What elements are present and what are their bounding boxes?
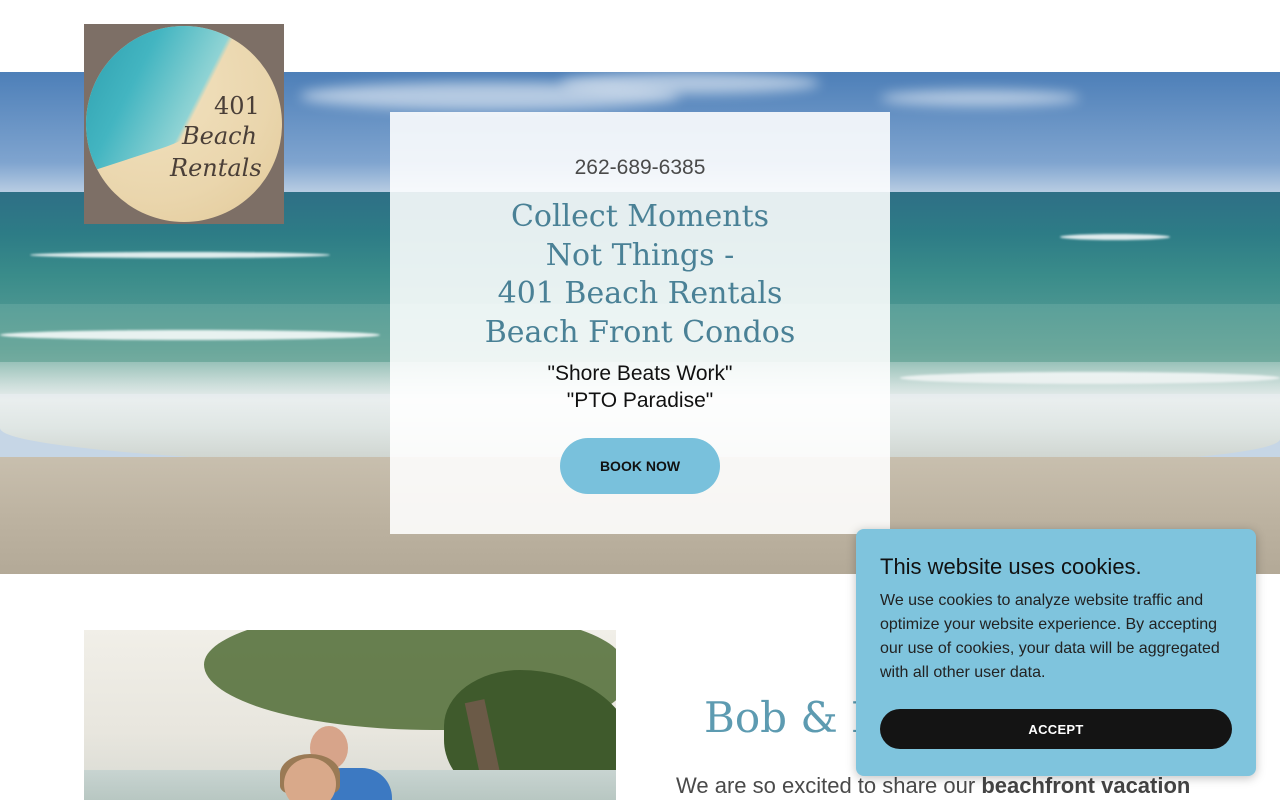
headline-line: Collect Moments xyxy=(510,199,770,234)
tagline-line: "PTO Paradise" xyxy=(566,389,714,412)
cloud xyxy=(880,90,1080,106)
hero-headline: Collect Moments Not Things - 401 Beach R… xyxy=(390,198,890,352)
cookie-title: This website uses cookies. xyxy=(880,554,1142,579)
headline-line: 401 Beach Rentals xyxy=(497,276,783,311)
cookie-banner: This website uses cookies. We use cookie… xyxy=(856,529,1256,776)
about-text: We are so excited to share our beachfron… xyxy=(676,773,1190,799)
cookie-body: We use cookies to analyze website traffi… xyxy=(880,592,1220,681)
logo-number: 401 xyxy=(214,92,260,120)
wave-crest xyxy=(1060,234,1170,240)
about-text-bold: beachfront vacation xyxy=(981,773,1191,798)
phone-number[interactable]: 262-689-6385 xyxy=(390,156,890,180)
site-logo[interactable]: 401 Beach Rentals xyxy=(84,24,284,224)
hero-tagline: "Shore Beats Work" "PTO Paradise" xyxy=(390,360,890,414)
logo-word-rentals: Rentals xyxy=(170,154,262,182)
tagline-line: "Shore Beats Work" xyxy=(547,362,733,385)
book-now-button[interactable]: BOOK NOW xyxy=(560,438,720,494)
headline-line: Beach Front Condos xyxy=(484,314,796,350)
logo-disc: 401 Beach Rentals xyxy=(86,26,282,222)
about-text-prefix: We are so excited to share our xyxy=(676,773,982,798)
hosts-photo xyxy=(84,630,616,800)
accept-cookies-button[interactable]: ACCEPT xyxy=(880,709,1232,749)
wave-crest xyxy=(30,252,330,258)
logo-word-beach: Beach xyxy=(182,122,258,150)
wave-crest xyxy=(0,330,380,340)
hero-card: 262-689-6385 Collect Moments Not Things … xyxy=(390,112,890,534)
headline-line: Not Things - xyxy=(545,237,735,273)
cloud xyxy=(560,72,820,94)
